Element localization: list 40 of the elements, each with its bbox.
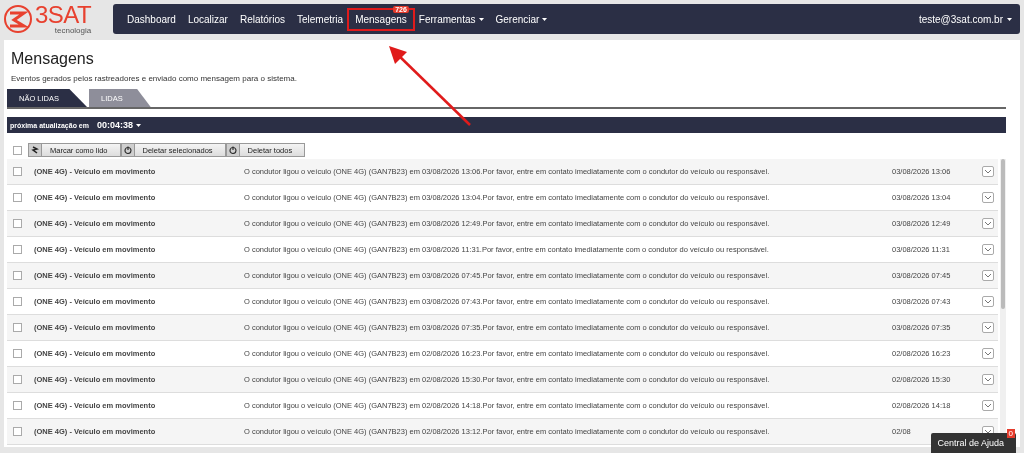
chevron-icon <box>985 429 991 434</box>
logo-tagline: tecnologia <box>54 27 92 35</box>
chevron-icon <box>985 403 991 408</box>
chevron-icon <box>985 325 991 330</box>
select-all-checkbox[interactable] <box>13 145 22 155</box>
chevron-icon <box>985 221 991 226</box>
chevron-icon <box>985 195 991 200</box>
count-badge: 0 <box>1006 429 1015 438</box>
chevron-icon <box>985 299 991 304</box>
nav-item[interactable]: Localizar <box>181 9 234 29</box>
nav-item[interactable]: Ferramentas <box>412 9 490 29</box>
user-menu[interactable]: teste@3sat.com.br <box>918 13 1012 25</box>
logo-icon <box>4 5 32 33</box>
row-checkbox[interactable] <box>13 375 22 384</box>
row-checkbox[interactable] <box>13 427 22 436</box>
chevron-icon <box>985 351 991 356</box>
page-title: Mensagens <box>11 50 95 68</box>
chevron-icon <box>985 377 991 382</box>
row-checkbox[interactable] <box>13 245 22 254</box>
nav-item[interactable]: Relatórios <box>233 9 291 29</box>
chevron-icon <box>985 169 991 174</box>
nav-item[interactable]: Dashboard <box>121 9 182 29</box>
refresh-icon[interactable] <box>28 143 42 157</box>
nav-item[interactable]: Gerenciar <box>489 9 554 29</box>
row-checkbox[interactable] <box>13 401 22 410</box>
caret-icon <box>136 123 141 127</box>
row-checkbox[interactable] <box>13 219 22 228</box>
nav-item[interactable]: Telemetria <box>291 9 350 29</box>
refresh-time[interactable]: 00:04:38 <box>97 120 141 130</box>
row-checkbox[interactable] <box>13 271 22 280</box>
row-checkbox[interactable] <box>13 323 22 332</box>
chevron-icon <box>985 247 991 252</box>
page-subtitle: Eventos gerados pelos rastreadores e enviado como mensagem para o sistema. <box>11 74 298 83</box>
chevron-icon <box>985 273 991 278</box>
logo-name: 3SAT <box>35 3 92 27</box>
row-checkbox[interactable] <box>13 297 22 306</box>
row-checkbox[interactable] <box>13 349 22 358</box>
row-checkbox[interactable] <box>13 193 22 202</box>
caret-icon <box>1007 17 1012 21</box>
row-checkbox[interactable] <box>13 167 22 176</box>
